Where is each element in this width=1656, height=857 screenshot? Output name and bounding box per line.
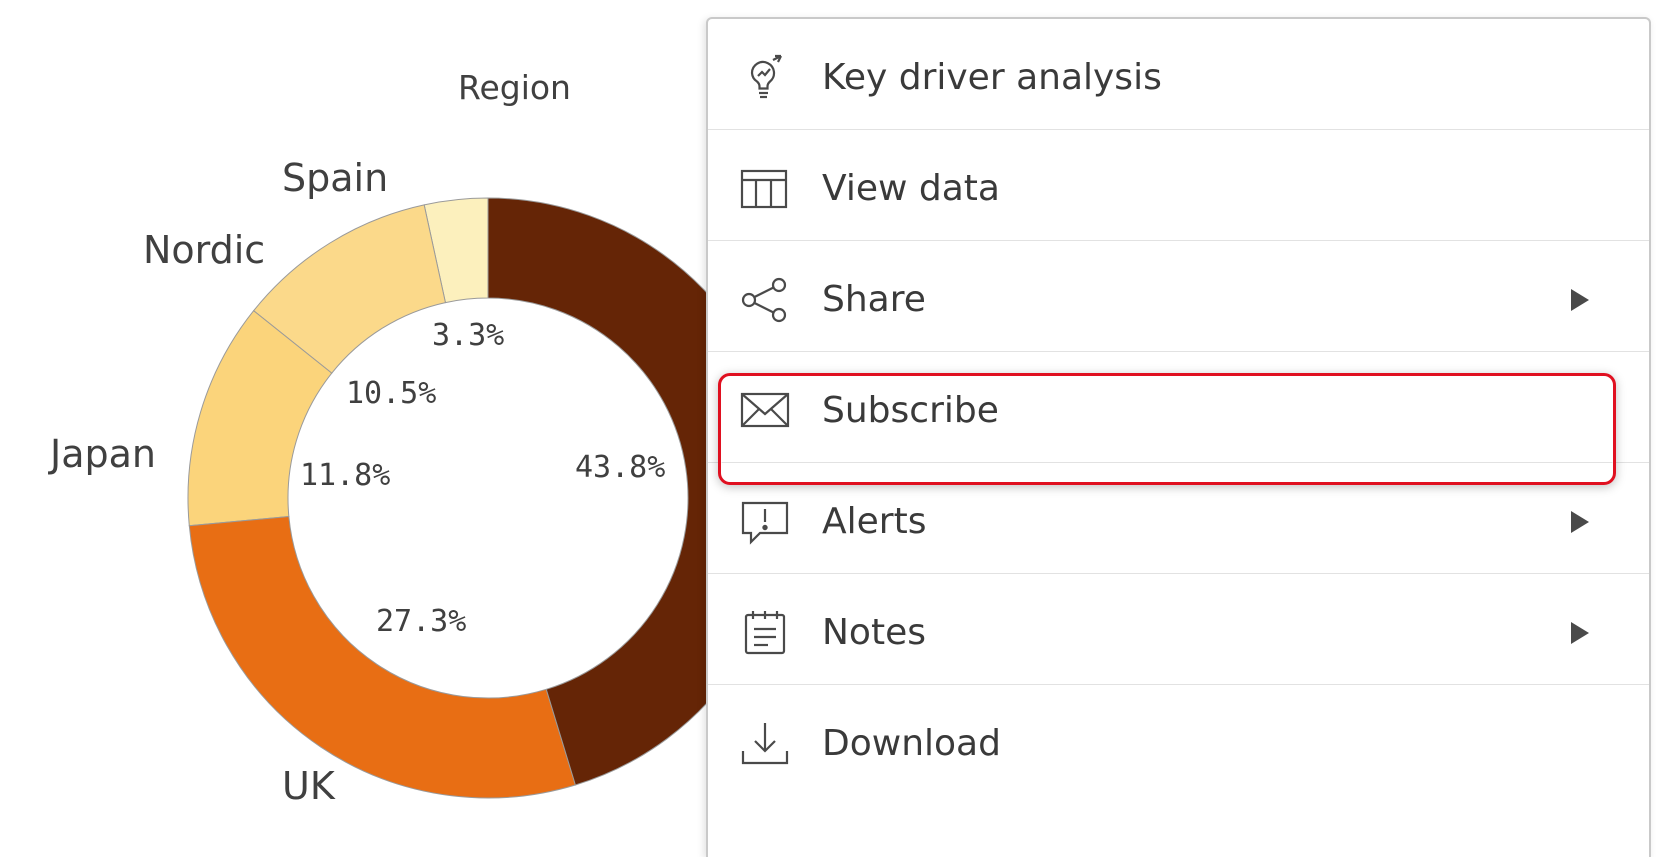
menu-item-notes[interactable]: Notes	[708, 573, 1649, 691]
legend-label-nordic: Nordic	[143, 228, 266, 272]
alert-icon	[741, 501, 789, 545]
data-label-largest: 43.8%	[575, 450, 666, 485]
donut-chart: Region Spain Nordic Japan UK 3.3% 10.5% …	[0, 0, 760, 838]
legend-label-uk: UK	[282, 764, 335, 808]
lightbulb-icon	[750, 54, 782, 98]
submenu-arrow-icon	[1571, 510, 1589, 533]
data-label-spain: 3.3%	[432, 318, 505, 353]
legend-label-japan: Japan	[50, 432, 156, 476]
share-icon	[741, 277, 787, 322]
data-label-japan: 11.8%	[300, 458, 391, 493]
envelope-icon	[740, 392, 790, 427]
notes-icon	[744, 610, 786, 654]
data-label-uk: 27.3%	[376, 604, 467, 639]
submenu-arrow-icon	[1571, 288, 1589, 311]
menu-label-share: Share	[822, 279, 926, 320]
menu-label-view-data: View data	[822, 168, 1000, 209]
menu-label-key-driver-analysis: Key driver analysis	[822, 57, 1162, 98]
data-label-nordic: 10.5%	[346, 376, 437, 411]
menu-item-view-data[interactable]: View data	[708, 129, 1649, 247]
menu-item-share[interactable]: Share	[708, 240, 1649, 358]
slice-uk[interactable]	[188, 515, 577, 799]
download-icon	[741, 722, 789, 764]
menu-item-subscribe[interactable]: Subscribe	[708, 351, 1649, 469]
menu-item-key-driver-analysis[interactable]: Key driver analysis	[708, 19, 1649, 136]
menu-item-download[interactable]: Download	[708, 684, 1649, 802]
legend-label-spain: Spain	[282, 156, 389, 200]
table-icon	[740, 169, 788, 208]
context-menu: Key driver analysis View data Share Subs…	[706, 17, 1651, 857]
menu-label-alerts: Alerts	[822, 501, 927, 542]
menu-label-download: Download	[822, 723, 1001, 764]
submenu-arrow-icon	[1571, 621, 1589, 644]
menu-label-notes: Notes	[822, 612, 926, 653]
menu-item-alerts[interactable]: Alerts	[708, 462, 1649, 580]
chart-title: Region	[458, 68, 571, 107]
donut-chart-svg	[187, 197, 760, 799]
menu-label-subscribe: Subscribe	[822, 390, 999, 431]
